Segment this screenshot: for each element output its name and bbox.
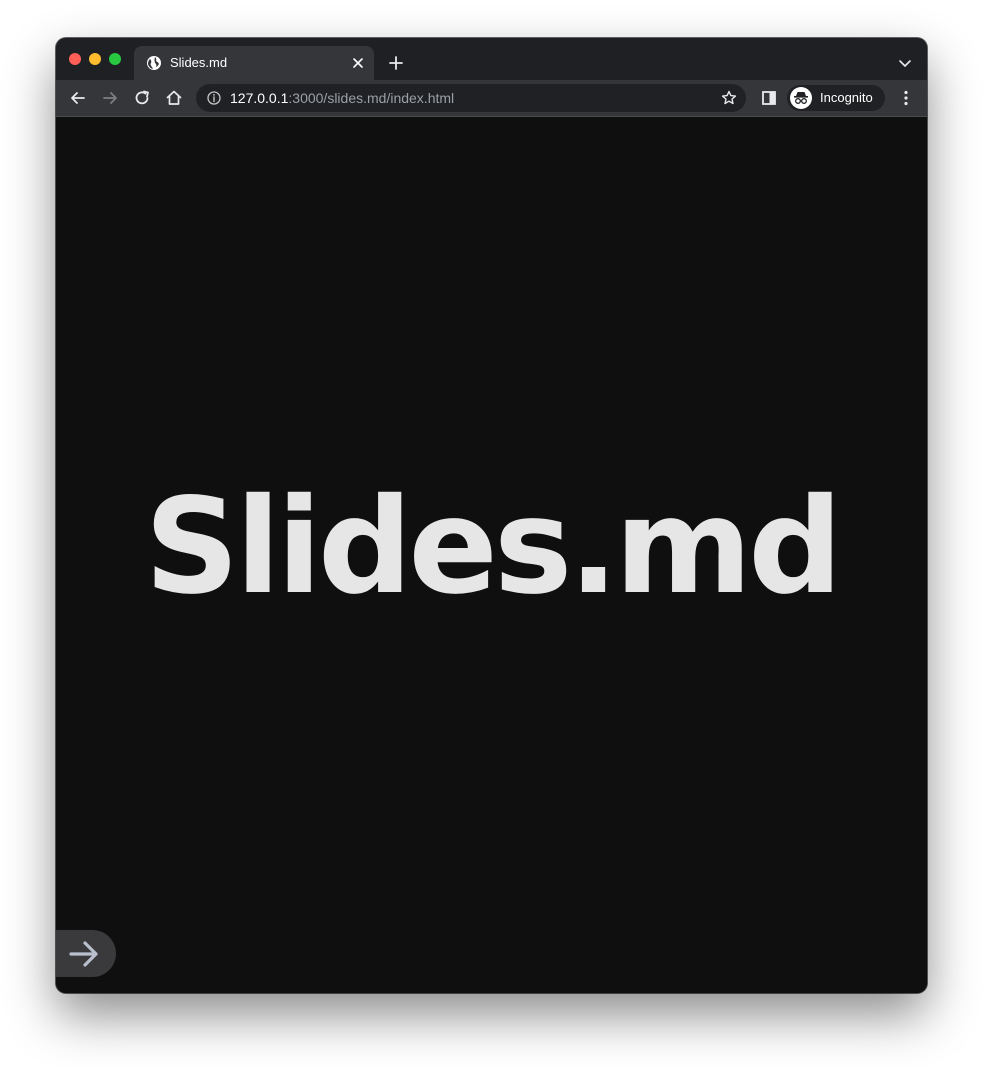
- home-icon[interactable]: [164, 88, 184, 108]
- next-slide-button[interactable]: [56, 930, 116, 977]
- tab-title: Slides.md: [170, 55, 228, 70]
- slide-title: Slides.md: [144, 470, 842, 624]
- close-icon[interactable]: [350, 55, 366, 71]
- browser-window: Slides.md 127.0.0.1:3000/slides.md/index…: [56, 38, 927, 993]
- plus-icon[interactable]: [386, 53, 406, 73]
- url-path: :3000/slides.md/index.html: [288, 90, 455, 106]
- kebab-menu-icon[interactable]: [896, 88, 916, 108]
- minimize-window-button[interactable]: [89, 53, 101, 65]
- arrow-right-icon: [66, 936, 102, 972]
- side-panel-icon[interactable]: [759, 88, 779, 108]
- close-window-button[interactable]: [69, 53, 81, 65]
- globe-icon: [146, 55, 162, 71]
- profile-button[interactable]: Incognito: [787, 85, 885, 111]
- zoom-window-button[interactable]: [109, 53, 121, 65]
- chevron-down-icon[interactable]: [896, 54, 914, 72]
- arrow-left-icon[interactable]: [68, 88, 88, 108]
- reload-icon[interactable]: [132, 88, 152, 108]
- title-bar: Slides.md: [56, 38, 927, 80]
- url-text: 127.0.0.1:3000/slides.md/index.html: [230, 90, 454, 106]
- arrow-right-icon[interactable]: [100, 88, 120, 108]
- incognito-icon: [790, 87, 812, 109]
- slide-viewport: Slides.md: [56, 117, 927, 993]
- profile-label: Incognito: [820, 90, 873, 105]
- tab-slides[interactable]: Slides.md: [134, 46, 374, 80]
- url-host: 127.0.0.1: [230, 90, 289, 106]
- address-bar[interactable]: 127.0.0.1:3000/slides.md/index.html: [196, 84, 746, 112]
- star-icon[interactable]: [720, 89, 738, 107]
- browser-toolbar: 127.0.0.1:3000/slides.md/index.html Inco…: [56, 80, 927, 117]
- info-icon[interactable]: [206, 90, 222, 106]
